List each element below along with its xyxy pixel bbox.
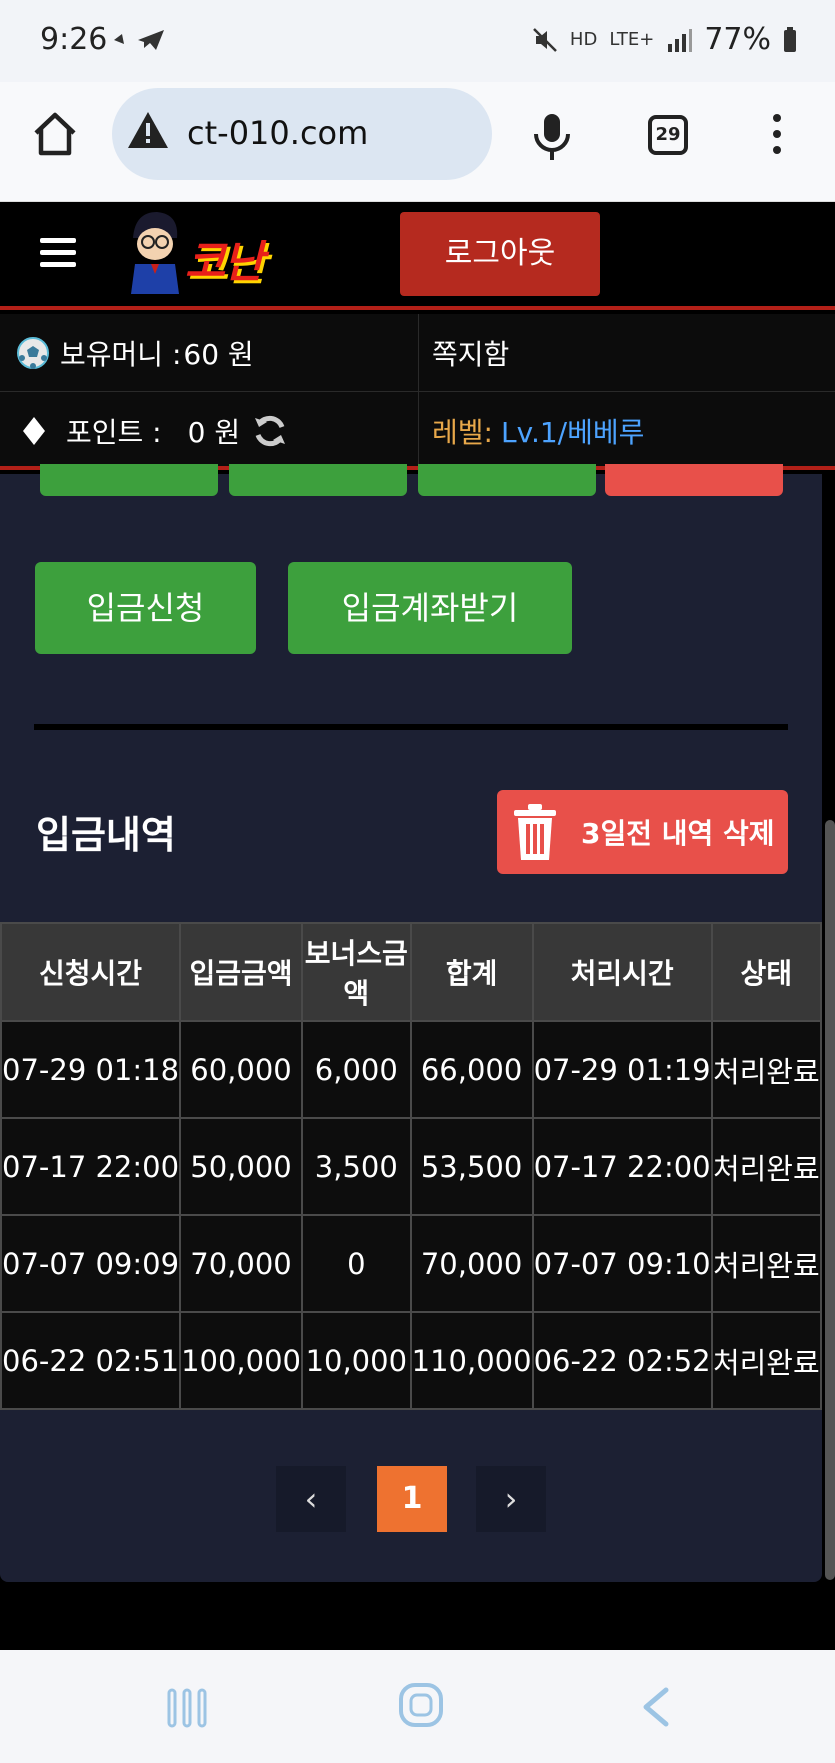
money-info: 보유머니 : 60 원: [16, 314, 254, 392]
level-value: Lv.1/베베루: [500, 416, 645, 449]
url-text[interactable]: ct-010.com: [187, 114, 368, 152]
system-nav-bar: [0, 1650, 835, 1763]
signal-icon: [668, 28, 693, 52]
processed-time-cell: 07-07 09:10: [531, 1214, 713, 1313]
status-cell: 처리완료: [710, 1020, 823, 1119]
total-cell: 53,500: [409, 1117, 534, 1216]
account-info-panel: 보유머니 : 60 원 쪽지함 포인트 : 0 원 레벨: Lv.1/베베루: [0, 314, 835, 470]
status-right: HD LTE+ 77%: [532, 22, 797, 57]
mute-icon: [533, 27, 557, 52]
hd-icon: HD: [569, 29, 598, 50]
deposit-amount-cell: 60,000: [179, 1020, 303, 1119]
battery-icon: [784, 26, 796, 52]
section-divider: [34, 724, 788, 730]
info-divider: [418, 314, 419, 466]
tab-button-partial[interactable]: [40, 464, 218, 496]
section-title: 입금내역: [36, 813, 176, 857]
processed-time-cell: 07-29 01:19: [531, 1020, 713, 1119]
deposit-history-table: 신청시간 입금금액 보너스금액 합계 처리시간 상태 07-29 01:18 6…: [0, 922, 823, 1410]
column-header: 신청시간: [0, 922, 182, 1022]
recent-apps-icon[interactable]: [165, 1688, 209, 1728]
processed-time-cell: 06-22 02:52: [531, 1311, 713, 1410]
table-row: 07-17 22:00 50,000 3,500 53,500 07-17 22…: [0, 1117, 823, 1216]
table-header-row: 신청시간 입금금액 보너스금액 합계 처리시간 상태: [0, 922, 823, 1022]
tab-switcher-button[interactable]: 29: [648, 115, 688, 155]
table-row: 06-22 02:51 100,000 10,000 110,000 06-22…: [0, 1311, 823, 1410]
bonus-amount-cell: 6,000: [301, 1020, 412, 1119]
column-header: 합계: [409, 922, 534, 1022]
logo-text: 코난: [185, 237, 264, 288]
status-time: 9:26: [40, 22, 108, 57]
hamburger-menu-icon[interactable]: [40, 238, 76, 268]
notification-icons: [110, 26, 170, 60]
status-bar: 9:26 HD LTE+ 77%: [0, 0, 835, 82]
battery-percent: 77%: [704, 22, 771, 57]
level-info: 레벨: Lv.1/베베루: [432, 392, 644, 470]
total-cell: 70,000: [409, 1214, 534, 1313]
status-cell: 처리완료: [710, 1117, 823, 1216]
prev-page-button[interactable]: ‹: [276, 1466, 346, 1532]
status-cell: 처리완료: [710, 1214, 823, 1313]
tab-button-partial[interactable]: [418, 464, 596, 496]
deposit-request-button[interactable]: 입금신청: [35, 562, 256, 654]
page-number-button[interactable]: 1: [377, 1466, 447, 1532]
request-time-cell: 07-17 22:00: [0, 1117, 182, 1216]
total-cell: 66,000: [409, 1020, 534, 1119]
table-row: 07-07 09:09 70,000 0 70,000 07-07 09:10 …: [0, 1214, 823, 1313]
site-header: 코난 로그아웃: [0, 202, 835, 310]
request-time-cell: 07-29 01:18: [0, 1020, 182, 1119]
browser-toolbar: ct-010.com 29: [0, 82, 835, 202]
trash-icon: [514, 804, 556, 860]
network-type: LTE+: [609, 29, 655, 50]
status-cell: 처리완료: [710, 1311, 823, 1410]
message-box-label[interactable]: 쪽지함: [432, 333, 509, 373]
request-time-cell: 07-07 09:09: [0, 1214, 182, 1313]
bonus-amount-cell: 3,500: [301, 1117, 412, 1216]
refresh-icon[interactable]: [252, 413, 288, 449]
soccer-ball-icon: [17, 337, 49, 369]
more-menu-icon[interactable]: [770, 114, 784, 158]
column-header: 입금금액: [179, 922, 303, 1022]
main-content: 입금신청 입금계좌받기 입금내역 3일전 내역 삭제 신청시간 입금금액 보너스…: [0, 464, 823, 1582]
table-row: 07-29 01:18 60,000 6,000 66,000 07-29 01…: [0, 1020, 823, 1119]
deposit-amount-cell: 100,000: [179, 1311, 303, 1410]
column-header: 상태: [710, 922, 823, 1022]
deposit-account-button[interactable]: 입금계좌받기: [288, 562, 572, 654]
logout-button[interactable]: 로그아웃: [400, 212, 600, 296]
delete-old-history-button[interactable]: 3일전 내역 삭제: [497, 790, 788, 874]
point-value: 0 원: [187, 416, 241, 449]
request-time-cell: 06-22 02:51: [0, 1311, 182, 1410]
level-label: 레벨:: [432, 416, 493, 449]
mascot-icon: [131, 212, 179, 294]
back-icon[interactable]: [640, 1686, 670, 1728]
address-bar[interactable]: ct-010.com: [112, 88, 492, 180]
message-box-link[interactable]: 쪽지함: [432, 314, 509, 392]
money-label: 보유머니 :: [60, 338, 182, 371]
total-cell: 110,000: [409, 1311, 534, 1410]
home-nav-icon[interactable]: [398, 1682, 444, 1728]
site-logo[interactable]: 코난: [125, 208, 300, 294]
page-scrollbar[interactable]: [825, 820, 835, 1580]
deposit-amount-cell: 50,000: [179, 1117, 303, 1216]
tab-button-partial[interactable]: [605, 464, 783, 496]
bonus-amount-cell: 0: [301, 1214, 412, 1313]
column-header: 보너스금액: [301, 922, 412, 1022]
point-info: 포인트 : 0 원: [22, 392, 288, 470]
telegram-icon: [114, 30, 164, 50]
deposit-amount-cell: 70,000: [179, 1214, 303, 1313]
point-label: 포인트 :: [66, 416, 162, 449]
processed-time-cell: 07-17 22:00: [531, 1117, 713, 1216]
money-value: 60 원: [183, 338, 254, 371]
home-icon[interactable]: [30, 109, 80, 159]
pagination: ‹ 1 ›: [0, 1466, 822, 1532]
diamond-icon: [23, 417, 45, 445]
tab-button-partial[interactable]: [229, 464, 407, 496]
bonus-amount-cell: 10,000: [301, 1311, 412, 1410]
column-header: 처리시간: [531, 922, 713, 1022]
next-page-button[interactable]: ›: [476, 1466, 546, 1532]
warning-icon[interactable]: [126, 110, 170, 150]
delete-button-label: 3일전 내역 삭제: [581, 817, 775, 850]
microphone-icon[interactable]: [530, 112, 574, 162]
